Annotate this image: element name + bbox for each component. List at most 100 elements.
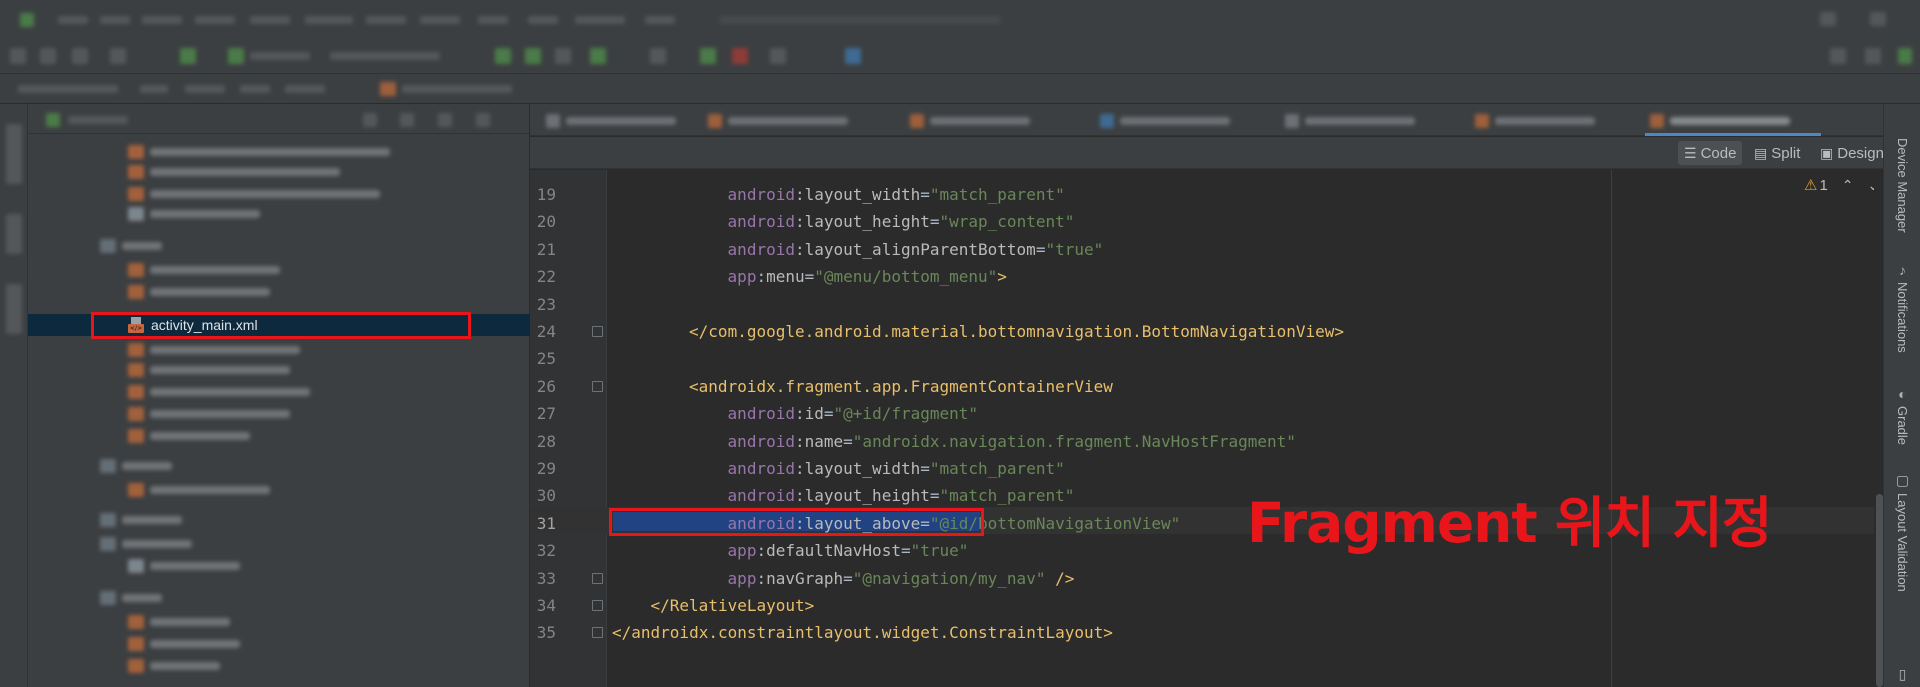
code-line[interactable]: 35 </androidx.constraintlayout.widget.Con…	[530, 618, 1883, 645]
inspection-widget[interactable]: ⚠ 1 ⌃ ⌄	[1804, 176, 1879, 195]
breadcrumb-item[interactable]	[140, 85, 168, 93]
menu-item[interactable]	[305, 16, 353, 24]
layout-validation-tab[interactable]: ▢ Layout Validation	[1884, 472, 1920, 592]
expand-all-icon[interactable]	[400, 113, 414, 127]
code-line[interactable]: 23	[530, 290, 1883, 317]
code-editor[interactable]: 19 android:layout_width="match_parent" 20 a…	[530, 170, 1883, 687]
editor-tab[interactable]	[910, 104, 1060, 136]
tree-folder[interactable]	[100, 456, 400, 476]
fold-marker-icon[interactable]	[592, 326, 603, 337]
settings-icon[interactable]	[1865, 48, 1881, 64]
fold-marker-icon[interactable]	[592, 627, 603, 639]
menu-item[interactable]	[366, 16, 406, 24]
code-line[interactable]: 34 </RelativeLayout>	[530, 591, 1883, 618]
code-line[interactable]: 22 app:menu="@menu/bottom_menu">	[530, 262, 1883, 289]
open-icon[interactable]	[10, 48, 26, 64]
gradle-tab[interactable]: ◐ Gradle	[1884, 386, 1920, 445]
tree-item[interactable]	[128, 142, 428, 162]
breadcrumb-item[interactable]	[402, 85, 512, 93]
menu-item[interactable]	[142, 16, 182, 24]
code-line[interactable]: 25	[530, 344, 1883, 371]
code-line[interactable]: 20 android:layout_height="wrap_content"	[530, 207, 1883, 234]
editor-tab[interactable]	[1475, 104, 1625, 136]
menu-item[interactable]	[575, 16, 625, 24]
editor-tab[interactable]	[708, 104, 858, 136]
device-manager-tab[interactable]: Device Manager	[1884, 138, 1920, 233]
breadcrumb-item[interactable]	[285, 85, 325, 93]
split-mode-button[interactable]: ▤ Split	[1748, 141, 1806, 165]
editor-tab-active[interactable]	[1650, 104, 1820, 136]
undo-icon[interactable]	[110, 48, 126, 64]
breadcrumb-item[interactable]	[185, 85, 225, 93]
run-icon[interactable]	[495, 48, 511, 64]
tree-folder[interactable]	[100, 510, 400, 530]
collapse-all-icon[interactable]	[438, 113, 452, 127]
project-view-select[interactable]	[68, 116, 128, 124]
editor-scroll-thumb[interactable]	[1876, 494, 1883, 687]
tree-item[interactable]	[128, 260, 428, 280]
tree-item[interactable]	[128, 612, 428, 632]
tree-folder[interactable]	[100, 236, 400, 256]
tree-item[interactable]	[128, 404, 428, 424]
sdk-icon[interactable]	[845, 48, 861, 64]
sync-gradle-icon[interactable]	[700, 48, 716, 64]
code-line[interactable]: 19 android:layout_width="match_parent"	[530, 180, 1883, 207]
maximize-icon[interactable]	[1870, 12, 1886, 26]
menu-item[interactable]	[528, 16, 558, 24]
fold-marker-icon[interactable]	[592, 600, 603, 611]
device-select[interactable]	[330, 52, 440, 60]
code-line[interactable]: 26 <androidx.fragment.app.FragmentContain…	[530, 372, 1883, 399]
menu-item[interactable]	[420, 16, 460, 24]
menu-item[interactable]	[58, 16, 88, 24]
code-line[interactable]: 24 </com.google.android.material.bottomna…	[530, 317, 1883, 344]
code-line[interactable]: 33 app:navGraph="@navigation/my_nav" />	[530, 564, 1883, 591]
plugin-icon[interactable]	[1898, 48, 1912, 64]
tree-item[interactable]	[128, 480, 428, 500]
code-line[interactable]: 21 android:layout_alignParentBottom="true…	[530, 235, 1883, 262]
breadcrumb-item[interactable]	[240, 85, 270, 93]
gear-icon[interactable]	[476, 113, 490, 127]
search-icon[interactable]	[1830, 48, 1846, 64]
tree-item[interactable]	[128, 360, 428, 380]
menu-item[interactable]	[645, 16, 675, 24]
code-line[interactable]: 28 android:name="androidx.navigation.frag…	[530, 427, 1883, 454]
tree-item[interactable]	[128, 426, 428, 446]
device-icon[interactable]: ▯	[1884, 666, 1920, 687]
fold-marker-icon[interactable]	[592, 572, 603, 584]
tree-item[interactable]	[128, 382, 428, 402]
previous-highlight-icon[interactable]: ⌃	[1842, 177, 1854, 194]
tree-item[interactable]	[128, 184, 428, 204]
editor-tab[interactable]	[1100, 104, 1250, 136]
build-icon[interactable]	[180, 48, 196, 64]
save-icon[interactable]	[40, 48, 56, 64]
tree-item[interactable]	[128, 556, 428, 576]
minimize-icon[interactable]	[1820, 12, 1836, 26]
structure-tab[interactable]	[6, 284, 22, 334]
code-mode-button[interactable]: ☰ Code	[1678, 141, 1743, 165]
tree-folder[interactable]	[100, 588, 400, 608]
editor-tab[interactable]	[546, 104, 696, 136]
tree-item[interactable]	[128, 204, 428, 224]
tree-item[interactable]	[128, 634, 428, 654]
avd-icon[interactable]	[770, 48, 786, 64]
project-tool-tab[interactable]	[6, 124, 22, 184]
locate-icon[interactable]	[363, 113, 377, 127]
tree-item[interactable]	[128, 282, 428, 302]
fold-marker-icon[interactable]	[592, 380, 603, 392]
tree-folder[interactable]	[100, 534, 400, 554]
attach-icon[interactable]	[650, 48, 666, 64]
tree-item[interactable]	[128, 340, 428, 360]
tree-item[interactable]	[128, 162, 428, 182]
notifications-tab[interactable]: ♪ Notifications	[1884, 262, 1920, 353]
stop-icon[interactable]	[732, 48, 748, 64]
debug-icon[interactable]	[555, 48, 571, 64]
tree-item[interactable]	[128, 656, 428, 676]
resource-manager-tab[interactable]	[6, 214, 22, 254]
breadcrumb-item[interactable]	[18, 85, 118, 93]
apply-changes-icon[interactable]	[525, 48, 541, 64]
menu-item[interactable]	[100, 16, 130, 24]
run-config-select[interactable]	[250, 52, 310, 60]
profile-icon[interactable]	[590, 48, 606, 64]
code-line[interactable]: 27 android:id="@+id/fragment"	[530, 399, 1883, 426]
menu-item[interactable]	[195, 16, 235, 24]
